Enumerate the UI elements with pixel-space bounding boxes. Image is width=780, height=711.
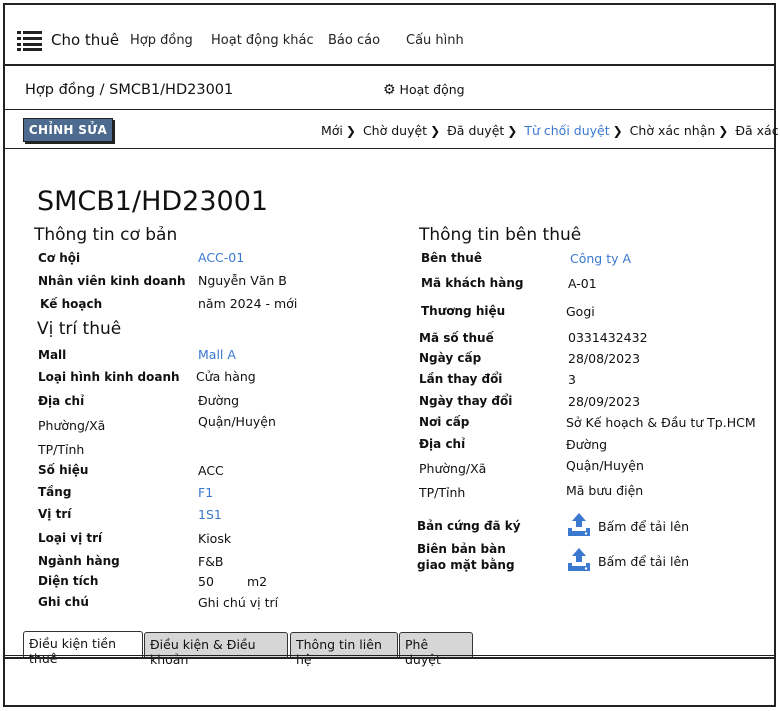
upload-text: Bấm để tải lên <box>598 554 690 569</box>
position-type-value: Kiosk <box>198 531 232 546</box>
position-type-label: Loại vị trí <box>38 531 103 545</box>
note-value: Ghi chú vị trí <box>198 595 279 610</box>
customer-code-value: A-01 <box>568 276 597 291</box>
mall-link[interactable]: Mall A <box>198 347 236 362</box>
business-type-label: Loại hình kinh doanh <box>38 370 180 384</box>
tenant-province-label: TP/Tỉnh <box>419 485 466 500</box>
floor-label: Tầng <box>38 485 72 499</box>
ward-label: Phường/Xã <box>38 418 106 433</box>
divider <box>4 148 776 149</box>
area-unit: m2 <box>247 574 268 589</box>
tenant-ward-label: Phường/Xã <box>419 461 487 476</box>
hamburger-menu-icon[interactable] <box>17 30 42 51</box>
number-label: Số hiệu <box>38 463 89 477</box>
stage-pending-confirmation[interactable]: Chờ xác nhận <box>630 123 716 138</box>
signed-copy-label: Bản cứng đã ký <box>417 519 521 533</box>
tax-code-label: Mã số thuế <box>419 331 494 345</box>
postal-code-value: Mã bưu điện <box>566 483 644 498</box>
change-date-value: 28/09/2023 <box>568 394 641 409</box>
stage-new[interactable]: Mới <box>321 123 343 138</box>
status-pipeline: Mới ❯ Chờ duyệt ❯ Đã duyệt ❯ Từ chối duyệt ❯… <box>321 123 780 138</box>
issuer-label: Nơi cấp <box>419 415 470 429</box>
area-value: 50 <box>198 574 214 589</box>
tab-approval[interactable]: Phê duyệt <box>399 632 473 667</box>
number-value: ACC <box>198 463 224 478</box>
chevron-right-icon: ❯ <box>430 124 441 138</box>
handover-label-line2: giao mặt bằng <box>417 558 515 572</box>
stage-rejected[interactable]: Từ chối duyệt <box>524 123 609 138</box>
activity-label: Hoạt động <box>399 82 465 97</box>
change-count-label: Lần thay đổi <box>419 372 503 386</box>
plan-label: Kế hoạch <box>40 297 103 311</box>
sales-label: Nhân viên kinh doanh <box>38 274 186 288</box>
customer-code-label: Mã khách hàng <box>421 276 524 290</box>
record-title: SMCB1/HD23001 <box>37 186 269 217</box>
change-date-label: Ngày thay đổi <box>419 394 513 408</box>
edit-button[interactable]: CHỈNH SỬA <box>23 118 113 142</box>
tenant-ward-value: Quận/Huyện <box>566 458 644 473</box>
menu-item-reports[interactable]: Báo cáo <box>328 33 380 48</box>
issuer-value: Sở Kế hoạch & Đầu tư Tp.HCM <box>566 415 756 430</box>
upload-icon <box>568 548 590 571</box>
brand-value: Gogi <box>566 304 595 319</box>
province-label: TP/Tỉnh <box>38 442 85 457</box>
floor-link[interactable]: F1 <box>198 485 213 500</box>
mall-label: Mall <box>38 348 67 362</box>
menu-item-settings[interactable]: Cấu hình <box>406 33 464 48</box>
change-count-value: 3 <box>568 372 576 387</box>
issue-date-value: 28/08/2023 <box>568 351 641 366</box>
tenant-address-value: Đường <box>566 437 608 452</box>
industry-value: F&B <box>198 554 224 569</box>
tax-code-value: 0331432432 <box>568 330 648 345</box>
address-label: Địa chỉ <box>38 394 85 408</box>
brand-label: Thương hiệu <box>421 304 506 318</box>
tab-rent-conditions[interactable]: Điều kiện tiền thuê <box>23 631 143 666</box>
issue-date-label: Ngày cấp <box>419 351 482 365</box>
divider <box>4 109 776 110</box>
plan-value: năm 2024 - mới <box>198 296 298 311</box>
tab-contact-info[interactable]: Thông tin liên hệ <box>290 632 398 667</box>
handover-label-line1: Biên bản bàn <box>417 542 506 556</box>
divider <box>4 64 776 66</box>
breadcrumb[interactable]: Hợp đồng / SMCB1/HD23001 <box>25 82 233 98</box>
stage-pending-approval[interactable]: Chờ duyệt <box>363 123 427 138</box>
opportunity-link[interactable]: ACC-01 <box>198 250 244 265</box>
address-value: Đường <box>198 393 240 408</box>
section-location: Vị trí thuê <box>37 319 122 339</box>
ward-value: Quận/Huyện <box>198 414 276 429</box>
tenant-address-label: Địa chỉ <box>419 437 466 451</box>
area-label: Diện tích <box>38 574 99 588</box>
upload-text: Bấm để tải lên <box>598 519 690 534</box>
section-basic-info: Thông tin cơ bản <box>34 225 178 245</box>
sales-value: Nguyễn Văn B <box>198 273 287 288</box>
position-link[interactable]: 1S1 <box>198 507 222 522</box>
menu-item-other-activities[interactable]: Hoạt động khác <box>211 33 314 48</box>
industry-label: Ngành hàng <box>38 554 120 568</box>
menu-item-contracts[interactable]: Hợp đồng <box>130 33 193 48</box>
upload-icon <box>568 513 590 536</box>
tab-content-top-border <box>4 655 776 656</box>
tenant-label: Bên thuê <box>421 251 482 265</box>
chevron-right-icon: ❯ <box>345 124 356 138</box>
tab-terms-conditions[interactable]: Điều kiện & Điều khoản <box>144 632 288 667</box>
activity-button[interactable]: ⚙ Hoạt động <box>383 82 465 98</box>
note-label: Ghi chú <box>38 595 89 609</box>
chevron-right-icon: ❯ <box>612 124 623 138</box>
stage-approved[interactable]: Đã duyệt <box>447 123 504 138</box>
tab-content-top-border <box>4 657 776 659</box>
section-tenant-info: Thông tin bên thuê <box>419 225 582 245</box>
tenant-link[interactable]: Công ty A <box>570 251 631 266</box>
chevron-right-icon: ❯ <box>507 124 518 138</box>
app-title[interactable]: Cho thuê <box>51 31 119 49</box>
gear-icon: ⚙ <box>383 82 396 98</box>
business-type-value: Cửa hàng <box>196 369 256 384</box>
position-label: Vị trí <box>38 507 72 521</box>
stage-confirmed[interactable]: Đã xác nhận <box>735 123 780 138</box>
opportunity-label: Cơ hội <box>38 251 81 265</box>
chevron-right-icon: ❯ <box>718 124 729 138</box>
